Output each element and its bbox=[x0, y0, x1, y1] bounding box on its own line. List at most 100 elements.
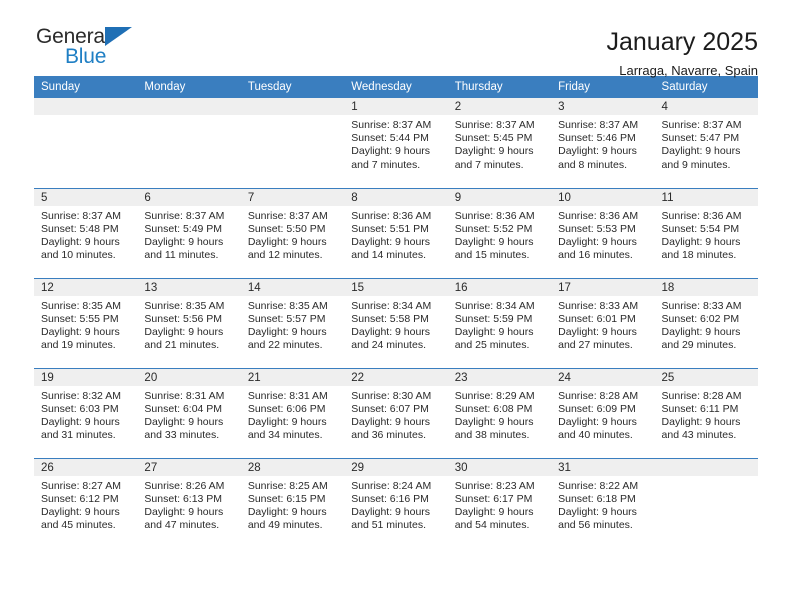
page-header: General Blue January 2025 Larraga, Navar… bbox=[34, 0, 758, 79]
calendar-day-cell[interactable]: 15 Sunrise: 8:34 AM Sunset: 5:58 PM Dayligh… bbox=[344, 277, 448, 368]
sunrise-text: Sunrise: 8:36 AM bbox=[558, 209, 639, 222]
day-number: 26 bbox=[34, 458, 138, 476]
calendar-day-cell[interactable]: 12 Sunrise: 8:35 AM Sunset: 5:55 PM Dayligh… bbox=[34, 277, 138, 368]
calendar-day-cell[interactable]: 14 Sunrise: 8:35 AM Sunset: 5:57 PM Dayligh… bbox=[240, 277, 345, 368]
day-details: Sunrise: 8:22 AM Sunset: 6:18 PM Daylight:… bbox=[551, 476, 654, 533]
calendar-day-cell[interactable]: 25 Sunrise: 8:28 AM Sunset: 6:11 PM Dayligh… bbox=[654, 367, 758, 458]
calendar-day-cell[interactable]: 11 Sunrise: 8:36 AM Sunset: 5:54 PM Dayligh… bbox=[654, 187, 758, 278]
sunrise-text: Sunrise: 8:31 AM bbox=[144, 389, 225, 402]
daylight-text: Daylight: 9 hours and 12 minutes. bbox=[247, 235, 327, 262]
calendar-day-cell[interactable]: 23 Sunrise: 8:29 AM Sunset: 6:08 PM Dayligh… bbox=[447, 367, 552, 458]
day-details: Sunrise: 8:31 AM Sunset: 6:04 PM Daylight:… bbox=[137, 386, 240, 443]
page-title: January 2025 bbox=[606, 28, 758, 56]
daylight-text: Daylight: 9 hours and 54 minutes. bbox=[454, 505, 534, 532]
calendar-week-row: 1 Sunrise: 8:37 AM Sunset: 5:44 PM Daylight… bbox=[34, 98, 758, 188]
day-details: Sunrise: 8:37 AM Sunset: 5:48 PM Daylight:… bbox=[34, 206, 137, 263]
day-details: Sunrise: 8:37 AM Sunset: 5:50 PM Daylight:… bbox=[241, 206, 344, 263]
calendar-day-cell[interactable]: 18 Sunrise: 8:33 AM Sunset: 6:02 PM Dayligh… bbox=[654, 277, 758, 368]
sunset-text: Sunset: 5:53 PM bbox=[558, 222, 636, 235]
sunset-text: Sunset: 6:15 PM bbox=[247, 492, 326, 505]
weekday-header-wednesday: Wednesday bbox=[344, 76, 448, 98]
day-number bbox=[34, 98, 138, 115]
calendar-day-cell[interactable]: 22 Sunrise: 8:30 AM Sunset: 6:07 PM Dayligh… bbox=[344, 367, 448, 458]
sunrise-text: Sunrise: 8:37 AM bbox=[558, 119, 639, 131]
day-details: Sunrise: 8:36 AM Sunset: 5:51 PM Daylight:… bbox=[344, 206, 447, 263]
day-details: Sunrise: 8:37 AM Sunset: 5:49 PM Daylight:… bbox=[137, 206, 240, 263]
calendar-day-cell[interactable]: 17 Sunrise: 8:33 AM Sunset: 6:01 PM Dayligh… bbox=[551, 277, 655, 368]
daylight-text: Daylight: 9 hours and 21 minutes. bbox=[144, 325, 224, 352]
sunrise-text: Sunrise: 8:29 AM bbox=[454, 389, 535, 402]
calendar-day-cell[interactable]: 1 Sunrise: 8:37 AM Sunset: 5:44 PM Daylight… bbox=[344, 98, 448, 188]
daylight-text: Daylight: 9 hours and 15 minutes. bbox=[454, 235, 534, 262]
day-number: 25 bbox=[654, 368, 758, 386]
sunrise-text: Sunrise: 8:37 AM bbox=[247, 209, 328, 222]
generalblue-logo[interactable]: General Blue bbox=[34, 26, 156, 76]
day-details: Sunrise: 8:35 AM Sunset: 5:57 PM Daylight:… bbox=[241, 296, 344, 353]
calendar-week-row: 12 Sunrise: 8:35 AM Sunset: 5:55 PM Dayligh… bbox=[34, 277, 758, 368]
title-block: January 2025 Larraga, Navarre, Spain bbox=[606, 26, 758, 80]
sunset-text: Sunset: 5:52 PM bbox=[454, 222, 533, 235]
day-number: 22 bbox=[344, 368, 448, 386]
day-number: 28 bbox=[240, 458, 345, 476]
calendar-body: 1 Sunrise: 8:37 AM Sunset: 5:44 PM Daylight… bbox=[34, 98, 758, 548]
day-number: 3 bbox=[551, 98, 655, 115]
sunset-text: Sunset: 5:59 PM bbox=[454, 312, 533, 325]
calendar-day-cell[interactable]: 27 Sunrise: 8:26 AM Sunset: 6:13 PM Dayligh… bbox=[137, 457, 241, 548]
daylight-text: Daylight: 9 hours and 24 minutes. bbox=[351, 325, 431, 352]
day-number: 7 bbox=[240, 188, 345, 206]
sunrise-text: Sunrise: 8:26 AM bbox=[144, 479, 225, 492]
sunrise-text: Sunrise: 8:34 AM bbox=[454, 299, 535, 312]
weekday-header-thursday: Thursday bbox=[447, 76, 552, 98]
day-number: 23 bbox=[447, 368, 552, 386]
daylight-text: Daylight: 9 hours and 19 minutes. bbox=[41, 325, 120, 352]
daylight-text: Daylight: 9 hours and 8 minutes. bbox=[558, 145, 637, 171]
daylight-text: Daylight: 9 hours and 10 minutes. bbox=[41, 235, 120, 262]
calendar-day-cell[interactable]: 20 Sunrise: 8:31 AM Sunset: 6:04 PM Dayligh… bbox=[137, 367, 241, 458]
calendar-day-cell[interactable]: 10 Sunrise: 8:36 AM Sunset: 5:53 PM Dayligh… bbox=[551, 187, 655, 278]
calendar-day-cell[interactable]: 13 Sunrise: 8:35 AM Sunset: 5:56 PM Dayligh… bbox=[137, 277, 241, 368]
daylight-text: Daylight: 9 hours and 43 minutes. bbox=[661, 415, 741, 442]
calendar-day-cell[interactable]: 6 Sunrise: 8:37 AM Sunset: 5:49 PM Daylight… bbox=[137, 187, 241, 278]
calendar-day-cell[interactable]: 8 Sunrise: 8:36 AM Sunset: 5:51 PM Daylight… bbox=[344, 187, 448, 278]
sunrise-text: Sunrise: 8:37 AM bbox=[454, 119, 535, 131]
day-details: Sunrise: 8:31 AM Sunset: 6:06 PM Daylight:… bbox=[241, 386, 344, 443]
daylight-text: Daylight: 9 hours and 56 minutes. bbox=[558, 505, 637, 532]
sunrise-text: Sunrise: 8:25 AM bbox=[247, 479, 328, 492]
calendar-day-cell[interactable]: 9 Sunrise: 8:36 AM Sunset: 5:52 PM Daylight… bbox=[447, 187, 552, 278]
daylight-text: Daylight: 9 hours and 38 minutes. bbox=[454, 415, 534, 442]
calendar-day-cell[interactable]: 7 Sunrise: 8:37 AM Sunset: 5:50 PM Daylight… bbox=[240, 187, 345, 278]
calendar-day-cell[interactable]: 26 Sunrise: 8:27 AM Sunset: 6:12 PM Dayligh… bbox=[34, 457, 138, 548]
sunset-text: Sunset: 6:06 PM bbox=[247, 402, 326, 415]
day-number bbox=[137, 98, 241, 115]
calendar-day-cell[interactable]: 5 Sunrise: 8:37 AM Sunset: 5:48 PM Daylight… bbox=[34, 187, 138, 278]
calendar-day-cell-empty bbox=[654, 457, 758, 548]
calendar-page: General Blue January 2025 Larraga, Navar… bbox=[0, 0, 792, 612]
calendar-day-cell[interactable]: 2 Sunrise: 8:37 AM Sunset: 5:45 PM Daylight… bbox=[447, 98, 552, 188]
calendar-day-cell[interactable]: 21 Sunrise: 8:31 AM Sunset: 6:06 PM Dayligh… bbox=[240, 367, 345, 458]
daylight-text: Daylight: 9 hours and 49 minutes. bbox=[247, 505, 327, 532]
calendar-day-cell[interactable]: 28 Sunrise: 8:25 AM Sunset: 6:15 PM Dayligh… bbox=[240, 457, 345, 548]
sunrise-text: Sunrise: 8:32 AM bbox=[41, 389, 121, 402]
calendar-day-cell[interactable]: 29 Sunrise: 8:24 AM Sunset: 6:16 PM Dayligh… bbox=[344, 457, 448, 548]
sunset-text: Sunset: 5:50 PM bbox=[247, 222, 326, 235]
daylight-text: Daylight: 9 hours and 34 minutes. bbox=[247, 415, 327, 442]
calendar-day-cell[interactable]: 19 Sunrise: 8:32 AM Sunset: 6:03 PM Dayligh… bbox=[34, 367, 138, 458]
logo-text-blue: Blue bbox=[65, 45, 107, 68]
day-details: Sunrise: 8:26 AM Sunset: 6:13 PM Daylight:… bbox=[137, 476, 240, 533]
sunset-text: Sunset: 5:56 PM bbox=[144, 312, 223, 325]
calendar-day-cell[interactable]: 16 Sunrise: 8:34 AM Sunset: 5:59 PM Dayligh… bbox=[447, 277, 552, 368]
day-details: Sunrise: 8:25 AM Sunset: 6:15 PM Daylight:… bbox=[241, 476, 344, 533]
daylight-text: Daylight: 9 hours and 9 minutes. bbox=[661, 145, 741, 171]
calendar-day-cell[interactable]: 24 Sunrise: 8:28 AM Sunset: 6:09 PM Dayligh… bbox=[551, 367, 655, 458]
day-number: 10 bbox=[551, 188, 655, 206]
calendar-day-cell[interactable]: 4 Sunrise: 8:37 AM Sunset: 5:47 PM Daylight… bbox=[654, 98, 758, 188]
day-number: 21 bbox=[240, 368, 345, 386]
day-number: 20 bbox=[137, 368, 241, 386]
sunset-text: Sunset: 5:51 PM bbox=[351, 222, 429, 235]
sunrise-text: Sunrise: 8:34 AM bbox=[351, 299, 432, 312]
day-number: 13 bbox=[137, 278, 241, 296]
calendar-day-cell[interactable]: 3 Sunrise: 8:37 AM Sunset: 5:46 PM Daylight… bbox=[551, 98, 655, 188]
calendar-day-cell[interactable]: 30 Sunrise: 8:23 AM Sunset: 6:17 PM Dayligh… bbox=[447, 457, 552, 548]
day-details: Sunrise: 8:37 AM Sunset: 5:45 PM Daylight:… bbox=[448, 115, 551, 172]
calendar-day-cell[interactable]: 31 Sunrise: 8:22 AM Sunset: 6:18 PM Dayligh… bbox=[551, 457, 655, 548]
